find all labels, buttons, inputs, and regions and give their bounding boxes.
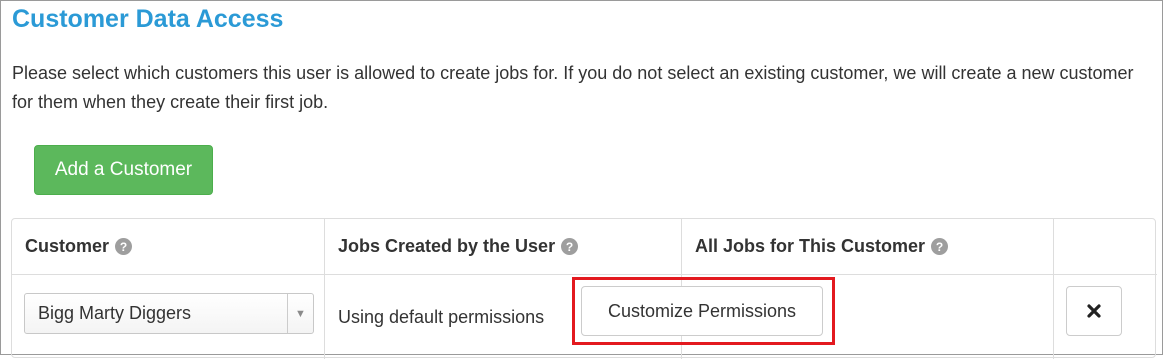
customer-data-access-panel: Customer Data Access Please select which… [0,0,1163,359]
customer-select-value: Bigg Marty Diggers [38,303,192,323]
customer-select[interactable]: Bigg Marty Diggers ▼ [24,293,314,334]
header-all-jobs-label: All Jobs for This Customer [695,236,926,256]
question-circle-icon[interactable]: ? [561,238,579,255]
question-circle-icon[interactable]: ? [931,238,949,255]
question-circle-icon[interactable]: ? [115,238,133,255]
section-description: Please select which customers this user … [12,63,1134,112]
add-customer-button[interactable]: Add a Customer [34,145,213,195]
header-all-jobs: All Jobs for This Customer ? [682,219,1053,274]
header-customer-label: Customer [25,236,110,256]
default-permissions-text: Using default permissions [338,307,545,327]
header-actions [1054,219,1157,274]
header-jobs-created-label: Jobs Created by the User [338,236,556,256]
header-customer: Customer ? [12,219,324,274]
table-row-customer-cell: Bigg Marty Diggers ▼ [12,274,324,359]
customize-permissions-button[interactable]: Customize Permissions [581,286,823,336]
remove-customer-button[interactable] [1066,286,1122,336]
chevron-down-icon[interactable]: ▼ [287,294,313,333]
close-icon [1087,304,1101,318]
header-jobs-created: Jobs Created by the User ? [325,219,681,274]
section-title: Customer Data Access [12,5,284,33]
